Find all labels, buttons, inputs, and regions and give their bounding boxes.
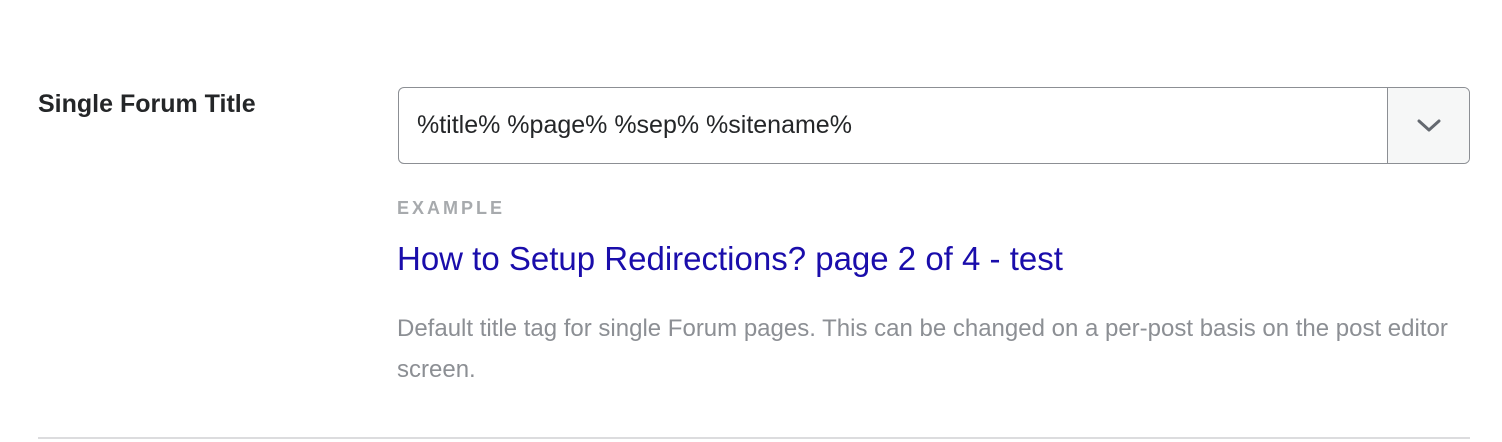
field-description: Default title tag for single Forum pages…: [397, 315, 1448, 383]
settings-row: Single Forum Title EXAMPLE How to Setup …: [0, 0, 1502, 442]
variables-dropdown-button[interactable]: [1387, 88, 1469, 163]
example-preview-title: How to Setup Redirections? page 2 of 4 -…: [397, 240, 1063, 277]
example-label: EXAMPLE: [397, 198, 506, 218]
divider: [38, 437, 1470, 439]
title-template-input[interactable]: [399, 88, 1387, 162]
chevron-down-icon: [1417, 119, 1440, 131]
title-template-field: [398, 87, 1470, 164]
field-label: Single Forum Title: [38, 90, 256, 118]
